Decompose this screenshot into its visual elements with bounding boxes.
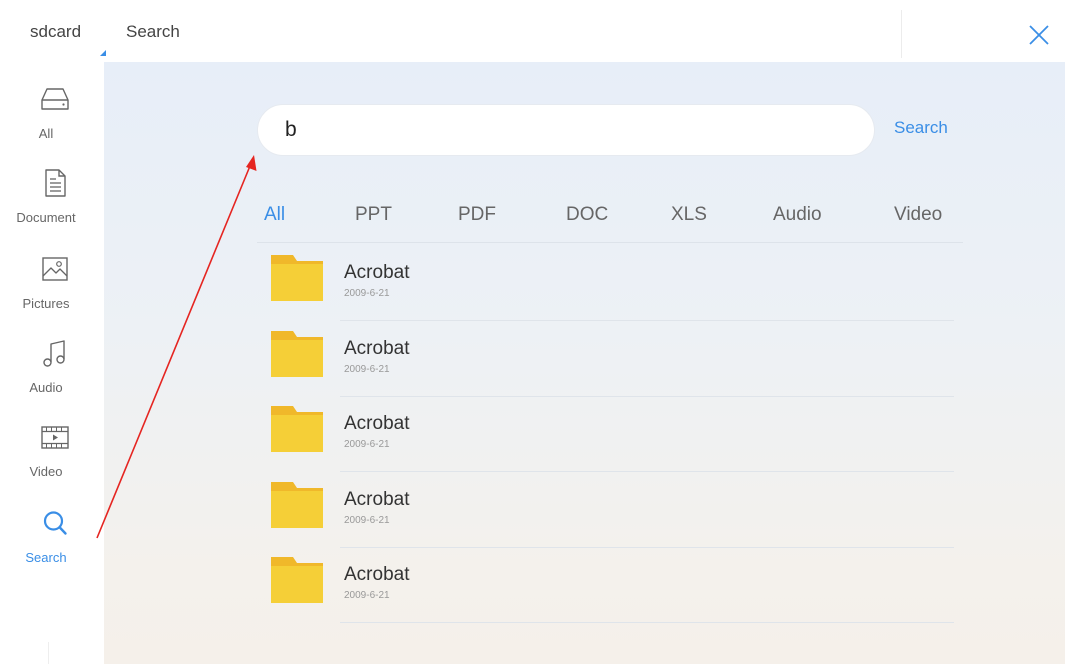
list-item[interactable]: Acrobat 2009-6-21 (264, 547, 954, 623)
close-icon (1029, 25, 1049, 45)
music-note-icon (43, 340, 65, 367)
sidebar-item-search[interactable]: Search (8, 490, 104, 572)
sidebar-item-label: Document (16, 210, 76, 225)
file-name: Acrobat (344, 564, 410, 585)
sidebar-item-label: Pictures (22, 296, 70, 311)
sidebar-item-audio[interactable]: Audio (8, 320, 104, 402)
list-item[interactable]: Acrobat 2009-6-21 (264, 245, 954, 321)
dropdown-corner-icon (100, 50, 106, 56)
file-name: Acrobat (344, 489, 410, 510)
film-icon (41, 426, 69, 449)
filter-divider (257, 242, 963, 243)
folder-icon (271, 255, 323, 301)
tab-search[interactable]: Search (117, 10, 190, 56)
sidebar-item-label: Video (29, 464, 63, 479)
filter-tab-video[interactable]: Video (894, 204, 942, 230)
file-name: Acrobat (344, 262, 410, 283)
sidebar-item-pictures[interactable]: Pictures (8, 236, 104, 318)
document-icon (45, 169, 66, 197)
tab-search-label: Search (126, 22, 180, 41)
folder-icon (271, 406, 323, 452)
file-date: 2009-6-21 (344, 515, 390, 526)
sidebar-item-label: Audio (29, 380, 63, 395)
top-bar: sdcard Search (0, 0, 1065, 62)
storage-label: sdcard (30, 22, 82, 41)
search-icon (43, 511, 67, 535)
file-date: 2009-6-21 (344, 364, 390, 375)
list-item[interactable]: Acrobat 2009-6-21 (264, 472, 954, 548)
sidebar-item-video[interactable]: Video (8, 404, 104, 486)
filter-tab-doc[interactable]: DOC (566, 204, 608, 230)
sidebar-item-label: All (38, 126, 54, 141)
picture-icon (42, 257, 68, 281)
search-button[interactable]: Search (894, 118, 948, 142)
drive-icon (41, 88, 69, 110)
main-panel: Search All PPT PDF DOC XLS Audio Video A… (104, 62, 1065, 664)
file-date: 2009-6-21 (344, 288, 390, 299)
sidebar-divider (48, 642, 49, 664)
storage-selector[interactable]: sdcard (18, 10, 106, 56)
sidebar-item-label: Search (25, 550, 67, 565)
top-divider (901, 10, 902, 58)
folder-icon (271, 331, 323, 377)
folder-icon (271, 482, 323, 528)
filter-tab-audio[interactable]: Audio (773, 204, 822, 230)
close-button[interactable] (1026, 22, 1052, 48)
sidebar: All Document Pictures Audio Video Search (8, 62, 104, 642)
file-name: Acrobat (344, 338, 410, 359)
file-date: 2009-6-21 (344, 439, 390, 450)
list-item[interactable]: Acrobat 2009-6-21 (264, 396, 954, 472)
file-name: Acrobat (344, 413, 410, 434)
sidebar-item-all[interactable]: All (8, 66, 104, 148)
folder-icon (271, 557, 323, 603)
filter-tab-ppt[interactable]: PPT (355, 204, 392, 230)
file-date: 2009-6-21 (344, 590, 390, 601)
search-input[interactable] (257, 104, 875, 156)
sidebar-item-document[interactable]: Document (8, 150, 104, 232)
filter-tab-pdf[interactable]: PDF (458, 204, 496, 230)
list-item[interactable]: Acrobat 2009-6-21 (264, 321, 954, 397)
filter-tab-all[interactable]: All (264, 204, 285, 230)
row-divider (340, 622, 954, 623)
filter-tab-xls[interactable]: XLS (671, 204, 707, 230)
